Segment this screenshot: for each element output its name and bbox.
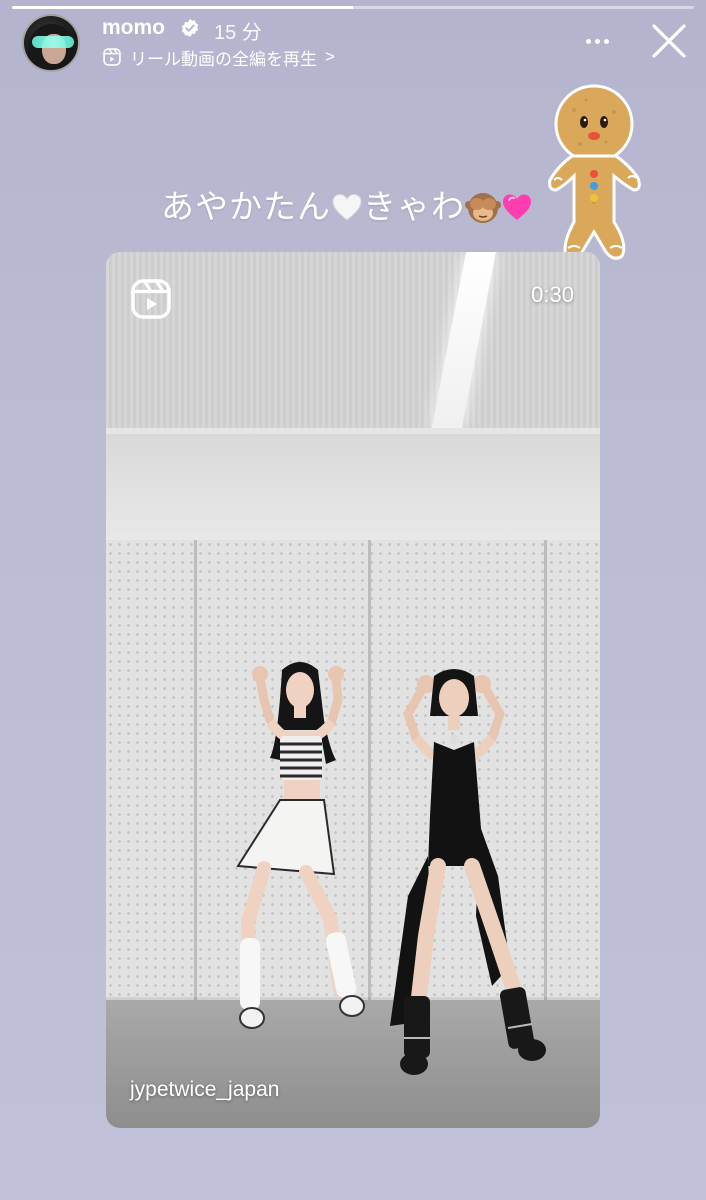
avatar[interactable]	[22, 14, 80, 72]
dancer-right	[390, 669, 546, 1075]
verified-badge-icon	[181, 18, 199, 38]
reels-icon	[131, 279, 171, 319]
caption-text-2: きゃわ	[363, 188, 465, 225]
username[interactable]: momo	[102, 16, 165, 40]
caption-text-1: あやかたん	[161, 188, 331, 225]
white-heart-icon	[332, 193, 362, 221]
reels-small-icon	[103, 48, 121, 66]
panel-divider	[194, 540, 197, 1000]
play-full-reel-label: リール動画の全編を再生	[130, 49, 317, 69]
dancer-left	[236, 662, 365, 1029]
video-wall	[106, 434, 600, 540]
see-no-evil-monkey-icon	[465, 193, 501, 223]
time-ago: 15 分	[214, 22, 262, 44]
chevron-right-icon: >	[325, 47, 335, 66]
reel-account-name[interactable]: jypetwice_japan	[130, 1078, 279, 1102]
more-options-button[interactable]	[580, 28, 614, 54]
video-ceiling	[106, 252, 600, 430]
close-icon[interactable]	[648, 20, 690, 62]
pink-heart-icon	[503, 194, 531, 220]
gingerbread-man-sticker[interactable]	[544, 82, 646, 266]
story-header: momo 15 分 リール動画の全編を再生 >	[0, 0, 706, 90]
video-duration: 0:30	[531, 282, 574, 307]
play-full-reel-link[interactable]: リール動画の全編を再生 >	[102, 46, 335, 69]
reel-preview-card[interactable]: 0:30 jypetwice_japan	[106, 252, 600, 1128]
